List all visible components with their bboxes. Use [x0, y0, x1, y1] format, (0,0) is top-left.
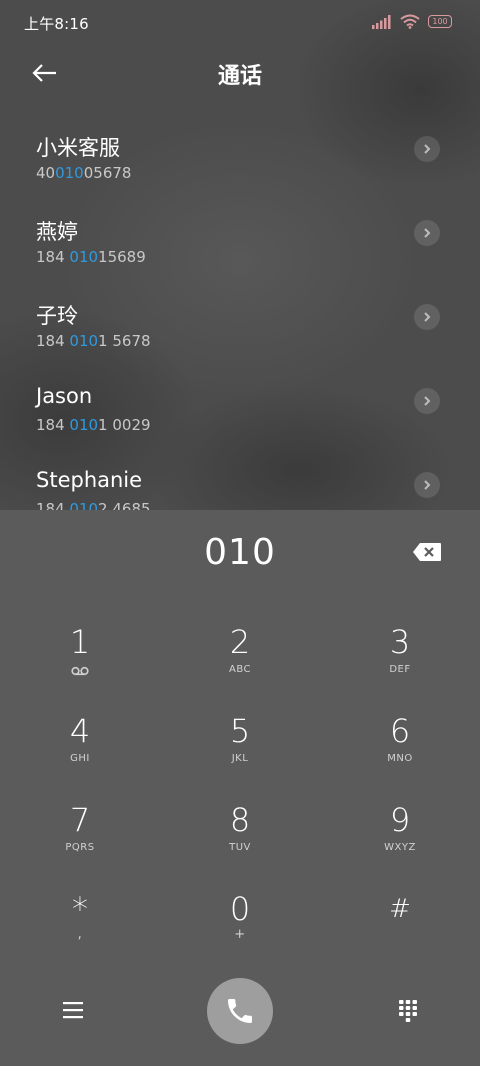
contact-number: 4001005678	[36, 164, 131, 182]
contact-name: 子玲	[36, 304, 78, 328]
chevron-right-icon[interactable]	[414, 220, 440, 246]
list-item[interactable]: 子玲 184 0101 5678	[0, 300, 480, 384]
key-letters: GHI	[70, 753, 90, 764]
key-letters: TUV	[229, 842, 251, 853]
number-part: 184	[36, 248, 70, 266]
keypad-icon[interactable]	[398, 999, 418, 1023]
number-part: 1 0029	[98, 416, 151, 434]
number-part: 1 5678	[98, 332, 151, 350]
voicemail-icon	[71, 666, 89, 676]
dialer-actions	[0, 978, 480, 1048]
key-letters: +	[234, 927, 246, 942]
contact-number: 184 01015689	[36, 248, 146, 266]
key-1[interactable]: 1	[20, 624, 140, 704]
call-button[interactable]	[207, 978, 273, 1044]
key-digit: 8	[229, 801, 251, 839]
number-match: 010	[69, 500, 99, 510]
key-9[interactable]: 9 WXYZ	[340, 802, 460, 882]
number-part: 05678	[83, 164, 132, 182]
contact-number: 184 0101 0029	[36, 416, 151, 434]
key-digit: 6	[389, 712, 411, 750]
key-3[interactable]: 3 DEF	[340, 624, 460, 704]
chevron-right-icon[interactable]	[414, 136, 440, 162]
number-match: 010	[69, 248, 99, 266]
number-part: 184	[36, 332, 70, 350]
contact-name: Stephanie	[36, 468, 143, 492]
key-letters: PQRS	[65, 842, 95, 853]
list-item[interactable]: Jason 184 0101 0029	[0, 384, 480, 468]
key-star[interactable]: * ,	[20, 891, 140, 971]
list-item[interactable]: Stephanie 184 0102 4685	[0, 468, 480, 510]
backspace-icon[interactable]	[412, 542, 442, 562]
key-digit: 2	[229, 623, 251, 661]
menu-icon[interactable]	[62, 1000, 84, 1020]
contact-number: 184 0101 5678	[36, 332, 151, 350]
contact-name: Jason	[36, 384, 93, 408]
number-match: 010	[69, 332, 99, 350]
key-digit: #	[389, 894, 411, 924]
dialpad: 010 1 2 ABC 3 DEF 4 GHI 5 JKL 6 MNO 7 PQ…	[0, 510, 480, 1066]
key-letters: ABC	[228, 664, 251, 675]
key-digit: 1	[69, 623, 91, 661]
key-digit: 0	[229, 890, 251, 928]
key-7[interactable]: 7 PQRS	[20, 802, 140, 882]
key-digit: 3	[389, 623, 411, 661]
contact-number: 184 0102 4685	[36, 500, 151, 510]
key-4[interactable]: 4 GHI	[20, 713, 140, 793]
key-2[interactable]: 2 ABC	[180, 624, 300, 704]
number-part: 184	[36, 416, 70, 434]
key-6[interactable]: 6 MNO	[340, 713, 460, 793]
key-digit: 5	[229, 712, 251, 750]
list-item[interactable]: 小米客服 4001005678	[0, 132, 480, 216]
contact-name: 燕婷	[36, 220, 78, 244]
key-hash[interactable]: #	[340, 891, 460, 971]
number-part: 15689	[98, 248, 146, 266]
chevron-right-icon[interactable]	[414, 472, 440, 498]
key-letters: DEF	[389, 664, 411, 675]
number-part: 2 4685	[98, 500, 151, 510]
number-match: 010	[69, 416, 99, 434]
key-8[interactable]: 8 TUV	[180, 802, 300, 882]
chevron-right-icon[interactable]	[414, 304, 440, 330]
key-digit: *	[72, 890, 88, 928]
number-part: 184	[36, 500, 70, 510]
key-digit: 4	[69, 712, 91, 750]
key-letters: WXYZ	[384, 842, 416, 853]
phone-icon	[228, 999, 252, 1023]
key-letters: JKL	[231, 753, 249, 764]
key-letters: ,	[77, 927, 83, 942]
key-5[interactable]: 5 JKL	[180, 713, 300, 793]
contact-name: 小米客服	[36, 136, 120, 160]
key-digit: 7	[69, 801, 91, 839]
list-item[interactable]: 燕婷 184 01015689	[0, 216, 480, 300]
number-match: 010	[55, 164, 84, 182]
key-letters: MNO	[387, 753, 413, 764]
contact-list: 小米客服 4001005678 燕婷 184 01015689 子玲 184 0…	[0, 0, 480, 510]
key-0[interactable]: 0 +	[180, 891, 300, 971]
number-part: 40	[36, 164, 56, 182]
key-digit: 9	[389, 801, 411, 839]
chevron-right-icon[interactable]	[414, 388, 440, 414]
dialed-number: 010	[204, 532, 276, 573]
